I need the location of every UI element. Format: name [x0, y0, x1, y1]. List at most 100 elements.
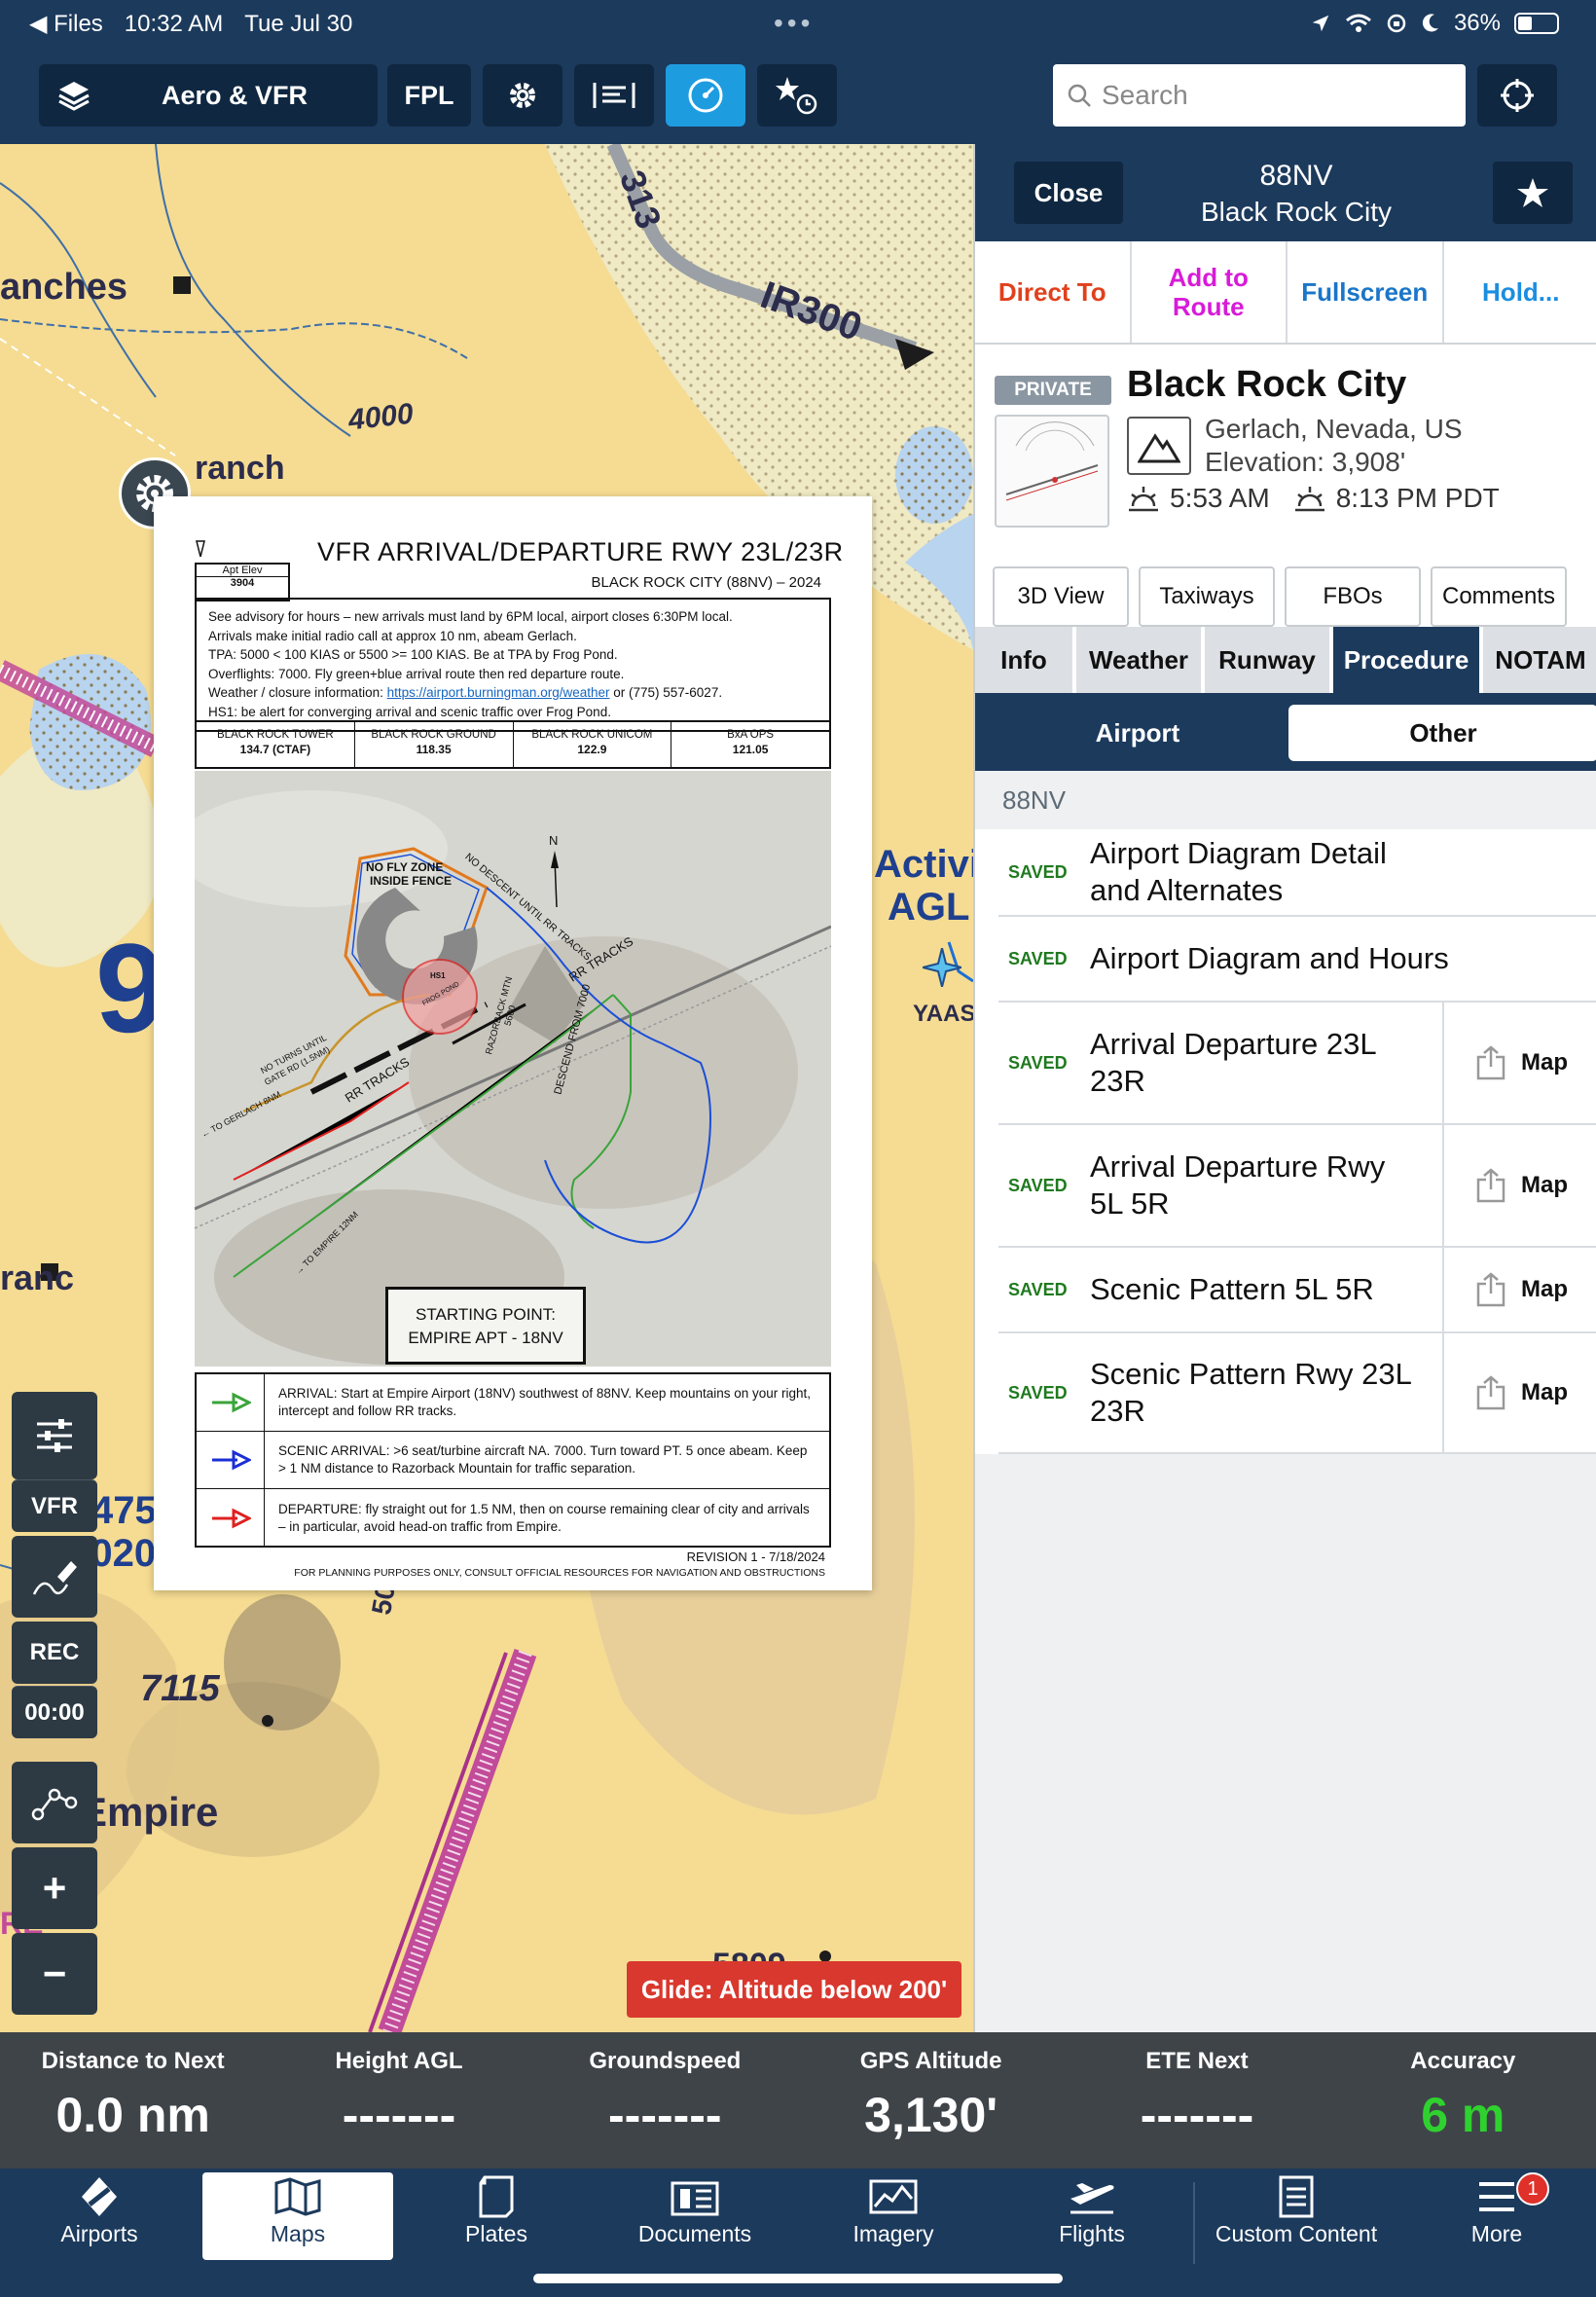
custom-content-icon [1279, 2175, 1314, 2218]
home-indicator[interactable] [533, 2274, 1063, 2283]
gear-icon [510, 83, 535, 108]
map-overlay-label: Map [1521, 1049, 1568, 1076]
hold-button[interactable]: Hold... [1444, 241, 1596, 343]
tab-flights[interactable]: Flights [997, 2172, 1187, 2260]
weather-wind-button[interactable] [574, 64, 654, 127]
tab-documents[interactable]: Documents [599, 2172, 790, 2260]
instrument-cell[interactable]: Groundspeed ------- [532, 2032, 798, 2169]
airport-elevation: Elevation: 3,908' [1205, 447, 1406, 477]
tab-runway[interactable]: Runway [1205, 627, 1329, 693]
frequency-name: BLACK ROCK TOWER [217, 729, 334, 741]
tab-weather[interactable]: Weather [1076, 627, 1201, 693]
comments-button[interactable]: Comments [1431, 566, 1567, 627]
frequency-cell: BxA OPS 121.05 [671, 722, 829, 767]
tab-maps[interactable]: Maps [202, 2172, 393, 2260]
tab-info[interactable]: Info [975, 627, 1072, 693]
map-overlay-button[interactable]: Map [1442, 1125, 1596, 1246]
starting-point-box: STARTING POINT: EMPIRE APT - 18NV [385, 1287, 586, 1365]
waypoint-star-icon[interactable] [923, 948, 961, 987]
instrument-cell[interactable]: Distance to Next 0.0 nm [0, 2032, 266, 2169]
fullscreen-button[interactable]: Fullscreen [1288, 241, 1444, 343]
diagram-label: HS1 [430, 971, 446, 980]
map-overlay-label: Map [1521, 1379, 1568, 1405]
starting-point-line: EMPIRE APT - 18NV [408, 1329, 563, 1347]
menu-icon [1479, 2182, 1514, 2211]
instrument-cell[interactable]: Accuracy 6 m [1330, 2032, 1596, 2169]
record-button[interactable]: REC [12, 1622, 97, 1684]
instrument-panel-button[interactable] [666, 64, 745, 127]
map-layers-button[interactable]: Aero & VFR [39, 64, 378, 127]
frequency-cell: BLACK ROCK GROUND 118.35 [355, 722, 514, 767]
airport-header-name: Black Rock City [1200, 197, 1393, 227]
close-button[interactable]: Close [1014, 162, 1123, 224]
tab-imagery[interactable]: Imagery [798, 2172, 989, 2260]
tab-custom-content[interactable]: Custom Content [1201, 2172, 1392, 2260]
back-to-app-link[interactable]: ◀ Files [29, 10, 103, 38]
route-button[interactable] [12, 1762, 97, 1843]
map-settings-sliders-button[interactable] [12, 1392, 97, 1479]
direct-to-button[interactable]: Direct To [975, 241, 1132, 343]
legend-text: ARRIVAL: Start at Empire Airport (18NV) … [278, 1386, 812, 1418]
procedure-item[interactable]: SAVED Airport Diagram Detail and Alterna… [998, 829, 1596, 917]
glide-alert-banner[interactable]: Glide: Altitude below 200' [627, 1961, 961, 2018]
settings-button[interactable] [483, 64, 562, 127]
map-overlay-button[interactable]: Map [1442, 1333, 1596, 1452]
saved-label: SAVED [1008, 1052, 1068, 1073]
sliders-icon [37, 1419, 72, 1452]
search-box[interactable] [1053, 64, 1466, 127]
add-to-route-button[interactable]: Add to Route [1132, 241, 1288, 343]
procedure-section-header: 88NV [975, 771, 1596, 829]
share-icon [1476, 1045, 1505, 1080]
arrow-icon [211, 1508, 251, 1528]
fpl-button[interactable]: FPL [387, 64, 471, 127]
procedure-item[interactable]: SAVED Arrival Departure Rwy 5L 5R Map [998, 1125, 1596, 1248]
location-arrow-icon [1312, 15, 1329, 32]
procedure-legend: ARRIVAL: Start at Empire Airport (18NV) … [195, 1372, 831, 1548]
fbos-button[interactable]: FBOs [1285, 566, 1421, 627]
weather-link[interactable]: https://airport.burningman.org/weather [387, 685, 610, 700]
tab-airports[interactable]: Airports [4, 2172, 195, 2260]
favorites-recent-button[interactable] [757, 64, 837, 127]
airport-diagram-thumbnail[interactable] [995, 415, 1109, 528]
procedure-item[interactable]: SAVED Scenic Pattern Rwy 23L 23R Map [998, 1333, 1596, 1454]
segment-other[interactable]: Other [1288, 705, 1596, 761]
taxiways-button[interactable]: Taxiways [1139, 566, 1275, 627]
instrument-cell[interactable]: GPS Altitude 3,130' [798, 2032, 1064, 2169]
tab-notam[interactable]: NOTAM [1483, 627, 1596, 693]
star-icon [1517, 178, 1548, 207]
zoom-in-button[interactable]: + [12, 1847, 97, 1929]
instrument-bar[interactable]: Distance to Next 0.0 nm Height AGL -------… [0, 2032, 1596, 2169]
route-nodes-icon [31, 1788, 78, 1821]
battery-percent: 36% [1453, 10, 1501, 36]
legend-text: DEPARTURE: fly straight out for 1.5 NM, … [278, 1501, 810, 1534]
center-location-button[interactable] [1477, 64, 1557, 127]
procedure-item[interactable]: SAVED Arrival Departure 23L 23R Map [998, 1003, 1596, 1125]
procedure-item[interactable]: SAVED Airport Diagram and Hours [998, 917, 1596, 1003]
map-overlay-button[interactable]: Map [1442, 1003, 1596, 1123]
tab-procedure[interactable]: Procedure [1333, 627, 1479, 693]
procedure-plate[interactable]: VFR ARRIVAL/DEPARTURE RWY 23L/23R BLACK … [154, 496, 872, 1590]
instrument-cell[interactable]: ETE Next ------- [1064, 2032, 1329, 2169]
arrow-icon [211, 1392, 251, 1413]
vfr-mode-button[interactable]: VFR [12, 1479, 97, 1532]
plate-icon [479, 2175, 514, 2218]
map-overlay-button[interactable]: Map [1442, 1248, 1596, 1331]
tab-plates[interactable]: Plates [401, 2172, 592, 2260]
draw-button[interactable] [12, 1536, 97, 1618]
zoom-out-button[interactable]: − [12, 1933, 97, 2015]
airplane-icon [1070, 2183, 1114, 2214]
procedure-list: SAVED Airport Diagram Detail and Alterna… [975, 829, 1596, 1454]
tab-label: More [1470, 2221, 1523, 2246]
favorite-button[interactable] [1493, 162, 1573, 224]
moon-icon [1422, 14, 1438, 32]
tab-more[interactable]: More 1 [1401, 2172, 1592, 2260]
procedure-item[interactable]: SAVED Scenic Pattern 5L 5R Map [998, 1248, 1596, 1333]
note-line: Overflights: 7000. Fly green+blue arriva… [208, 666, 625, 681]
multitasking-dots-icon[interactable]: ••• [774, 8, 814, 39]
3d-view-button[interactable]: 3D View [993, 566, 1129, 627]
terrain-button[interactable] [1127, 417, 1191, 475]
private-badge: PRIVATE [995, 376, 1111, 405]
search-input[interactable] [1102, 80, 1433, 111]
instrument-cell[interactable]: Height AGL ------- [266, 2032, 531, 2169]
segment-airport[interactable]: Airport [989, 705, 1287, 761]
